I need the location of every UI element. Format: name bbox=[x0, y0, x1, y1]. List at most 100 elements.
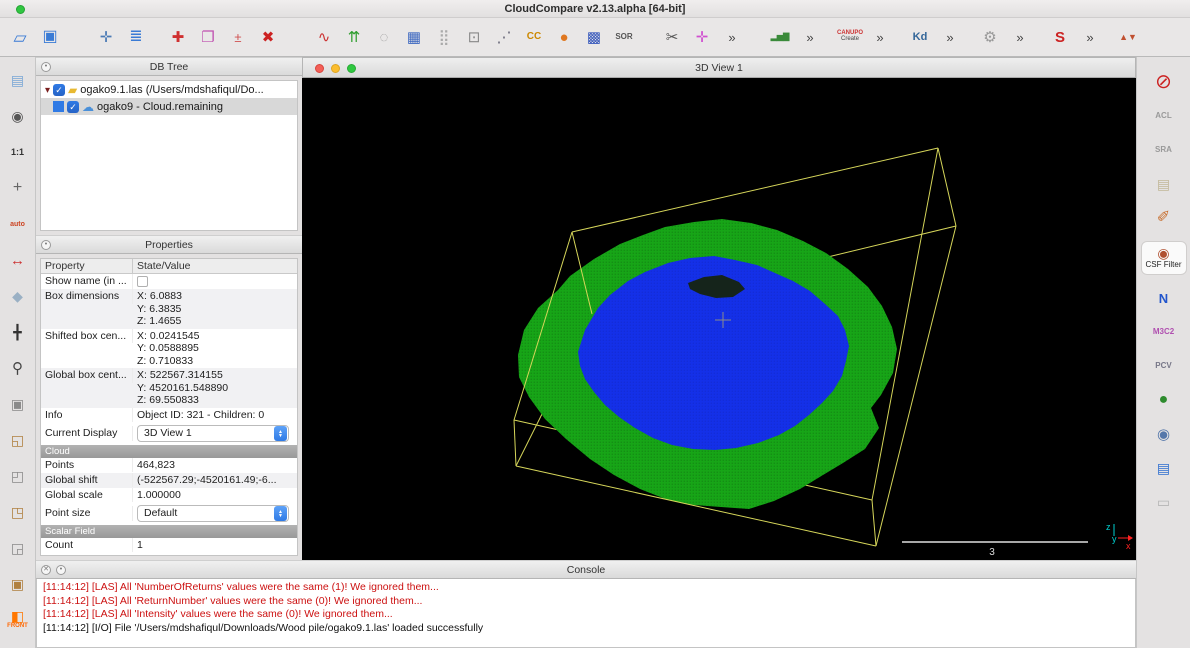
property-label: Points bbox=[41, 458, 133, 473]
layers-plugin-icon[interactable]: ▤ bbox=[1141, 457, 1187, 479]
mesh-tools-icon[interactable]: ⚙ bbox=[978, 22, 1002, 52]
m3c2-plugin-icon[interactable]: M3C2 bbox=[1141, 321, 1187, 343]
cloud-cloud-distance-icon[interactable]: ● bbox=[552, 22, 576, 52]
window-titlebar: CloudCompare v2.13.alpha [64-bit] bbox=[0, 0, 1190, 18]
db-tree-title: DB Tree bbox=[150, 61, 189, 73]
property-value: X: 522567.314155 Y: 4520161.548890 Z: 69… bbox=[133, 368, 297, 408]
more-tools-chevron-6[interactable]: » bbox=[1078, 22, 1102, 52]
right-view-icon[interactable]: ◲ bbox=[4, 537, 32, 559]
column-header-property: Property bbox=[41, 259, 133, 273]
zoom-1-1-icon[interactable]: 1:1 bbox=[4, 141, 32, 163]
delete-icon[interactable]: ✖ bbox=[256, 22, 280, 52]
auto-zoom-icon[interactable]: auto bbox=[4, 213, 32, 235]
camera-icon[interactable]: ◉ bbox=[4, 105, 32, 127]
open-icon[interactable]: ▱ bbox=[8, 22, 32, 52]
apply-transformation-icon[interactable]: ✚ bbox=[166, 22, 190, 52]
zoom-in-icon[interactable]: + bbox=[4, 177, 32, 199]
properties-table: Property State/Value Show name (in ... B… bbox=[40, 258, 298, 556]
tree-item[interactable]: ☁ ogako9 - Cloud.remaining bbox=[41, 98, 297, 115]
segment-icon[interactable]: ✂ bbox=[660, 22, 684, 52]
pan-axes-icon[interactable]: ╋ bbox=[4, 321, 32, 343]
tree-item-label: ogako9 - Cloud.remaining bbox=[97, 101, 223, 113]
kd-tree-icon[interactable]: Kd bbox=[908, 22, 932, 52]
more-tools-chevron-2[interactable]: » bbox=[798, 22, 822, 52]
back-view-icon[interactable]: ◰ bbox=[4, 465, 32, 487]
left-toolbar: ▤ ◉ 1:1 + auto ↔ ◆ bbox=[0, 57, 36, 648]
poisson-recon-icon[interactable]: ● bbox=[1141, 389, 1187, 411]
db-tree: ▰ ogako9.1.las (/Users/mdshafiqul/Do... … bbox=[40, 80, 298, 231]
perspective-box-icon[interactable]: ◆ bbox=[4, 285, 32, 307]
dropdown-arrows-icon bbox=[274, 426, 287, 441]
magnifier-icon[interactable]: ⚲ bbox=[4, 357, 32, 379]
more-tools-chevron-1[interactable]: » bbox=[720, 22, 744, 52]
sf-color-scale-icon[interactable]: ∿ bbox=[312, 22, 336, 52]
compute-normals-icon[interactable]: ⇈ bbox=[342, 22, 366, 52]
viewport-3d[interactable]: 3 z y x bbox=[302, 78, 1136, 560]
csf-filter-icon[interactable]: ◉ CSF Filter bbox=[1141, 241, 1187, 275]
property-row: Global box cent... X: 522567.314155 Y: 4… bbox=[41, 368, 297, 408]
clone-icon[interactable]: ❐ bbox=[196, 22, 220, 52]
rdb-plugin-icon[interactable]: ◉ bbox=[1141, 423, 1187, 445]
acl-plugin-icon[interactable]: ACL bbox=[1141, 105, 1187, 127]
ransac-shapes-icon[interactable]: ▲▼ bbox=[1116, 22, 1140, 52]
box-plugin-icon[interactable]: ▭ bbox=[1141, 491, 1187, 513]
panel-detach-icon[interactable] bbox=[41, 62, 51, 72]
qsra-icon[interactable]: S bbox=[1048, 22, 1072, 52]
panel-detach-icon[interactable] bbox=[41, 240, 51, 250]
flip-arrows-icon[interactable]: ↔ bbox=[4, 249, 32, 271]
property-label: Count bbox=[41, 538, 133, 553]
noise-filter-icon[interactable]: ⣿ bbox=[432, 22, 456, 52]
console-title: Console bbox=[567, 564, 606, 576]
console-panel: Console [11:14:12] [LAS] All 'NumberOfRe… bbox=[36, 560, 1136, 648]
tree-item[interactable]: ▰ ogako9.1.las (/Users/mdshafiqul/Do... bbox=[41, 81, 297, 98]
more-tools-chevron-4[interactable]: » bbox=[938, 22, 962, 52]
save-icon[interactable]: ▣ bbox=[38, 22, 62, 52]
show-name-checkbox[interactable] bbox=[137, 276, 148, 287]
cloud-mesh-distance-icon[interactable]: ▩ bbox=[582, 22, 606, 52]
render-screenshot-icon[interactable]: ▤ bbox=[4, 69, 32, 91]
console-toggle-icon[interactable]: ≣ bbox=[124, 22, 148, 52]
prohibit-icon[interactable]: ⊘ bbox=[1141, 71, 1187, 93]
pcv-plugin-icon[interactable]: PCV bbox=[1141, 355, 1187, 377]
sra-plugin-icon[interactable]: SRA bbox=[1141, 139, 1187, 161]
top-view-icon[interactable]: ▣ bbox=[4, 393, 32, 415]
visibility-checkbox[interactable] bbox=[67, 101, 79, 113]
canupo-create-icon[interactable]: CANUPO Create bbox=[838, 22, 862, 52]
main-toolbar: ▱ ▣ ✛ ≣ ✚ ❐ ± ✖ bbox=[0, 18, 1190, 57]
dropdown[interactable]: 3D View 1 bbox=[137, 425, 289, 442]
octree-icon[interactable]: ◌ bbox=[372, 22, 396, 52]
front-view-icon[interactable]: ◱ bbox=[4, 429, 32, 451]
tree-item-label: ogako9.1.las (/Users/mdshafiqul/Do... bbox=[80, 84, 263, 96]
voxel-grid-icon[interactable]: ▦ bbox=[402, 22, 426, 52]
property-label: Current Display bbox=[41, 426, 133, 441]
more-tools-chevron-3[interactable]: » bbox=[868, 22, 892, 52]
property-label: Global box cent... bbox=[41, 368, 133, 383]
property-row: Box dimensions X: 6.0883 Y: 6.3835 Z: 1.… bbox=[41, 289, 297, 329]
fine-registration-icon[interactable]: CC bbox=[522, 22, 546, 52]
property-value: 464,823 bbox=[133, 458, 297, 473]
merge-icon[interactable]: ± bbox=[226, 22, 250, 52]
more-tools-chevron-5[interactable]: » bbox=[1008, 22, 1032, 52]
sor-filter-icon[interactable]: SOR bbox=[612, 22, 636, 52]
property-label: Show name (in ... bbox=[41, 274, 133, 289]
front-label-icon[interactable]: ◧ FRONT bbox=[4, 609, 32, 631]
expander-icon[interactable] bbox=[45, 84, 50, 96]
facets-plugin-icon[interactable]: ▤ bbox=[1141, 173, 1187, 195]
svg-text:z: z bbox=[1106, 522, 1111, 532]
left-view-icon[interactable]: ◳ bbox=[4, 501, 32, 523]
translate-rotate-icon[interactable]: ✛ bbox=[690, 22, 714, 52]
hough-normals-icon[interactable]: N bbox=[1141, 287, 1187, 309]
dropdown[interactable]: Default bbox=[137, 505, 289, 522]
rasterize-icon[interactable]: ⊡ bbox=[462, 22, 486, 52]
broom-plugin-icon[interactable]: ✐ bbox=[1141, 207, 1187, 229]
bottom-view-icon[interactable]: ▣ bbox=[4, 573, 32, 595]
console-message: [11:14:12] [LAS] All 'NumberOfReturns' v… bbox=[43, 581, 1135, 595]
histogram-icon[interactable]: ▂▅▇ bbox=[768, 22, 792, 52]
property-row-select: Point size Default bbox=[41, 503, 297, 525]
interpolate-icon[interactable]: ⋰ bbox=[492, 22, 516, 52]
console-detach-icon[interactable] bbox=[56, 565, 66, 575]
zoom-on-selection-icon[interactable]: ✛ bbox=[94, 22, 118, 52]
console-log[interactable]: [11:14:12] [LAS] All 'NumberOfReturns' v… bbox=[36, 579, 1136, 648]
console-close-icon[interactable] bbox=[41, 565, 51, 575]
visibility-checkbox[interactable] bbox=[53, 84, 65, 96]
